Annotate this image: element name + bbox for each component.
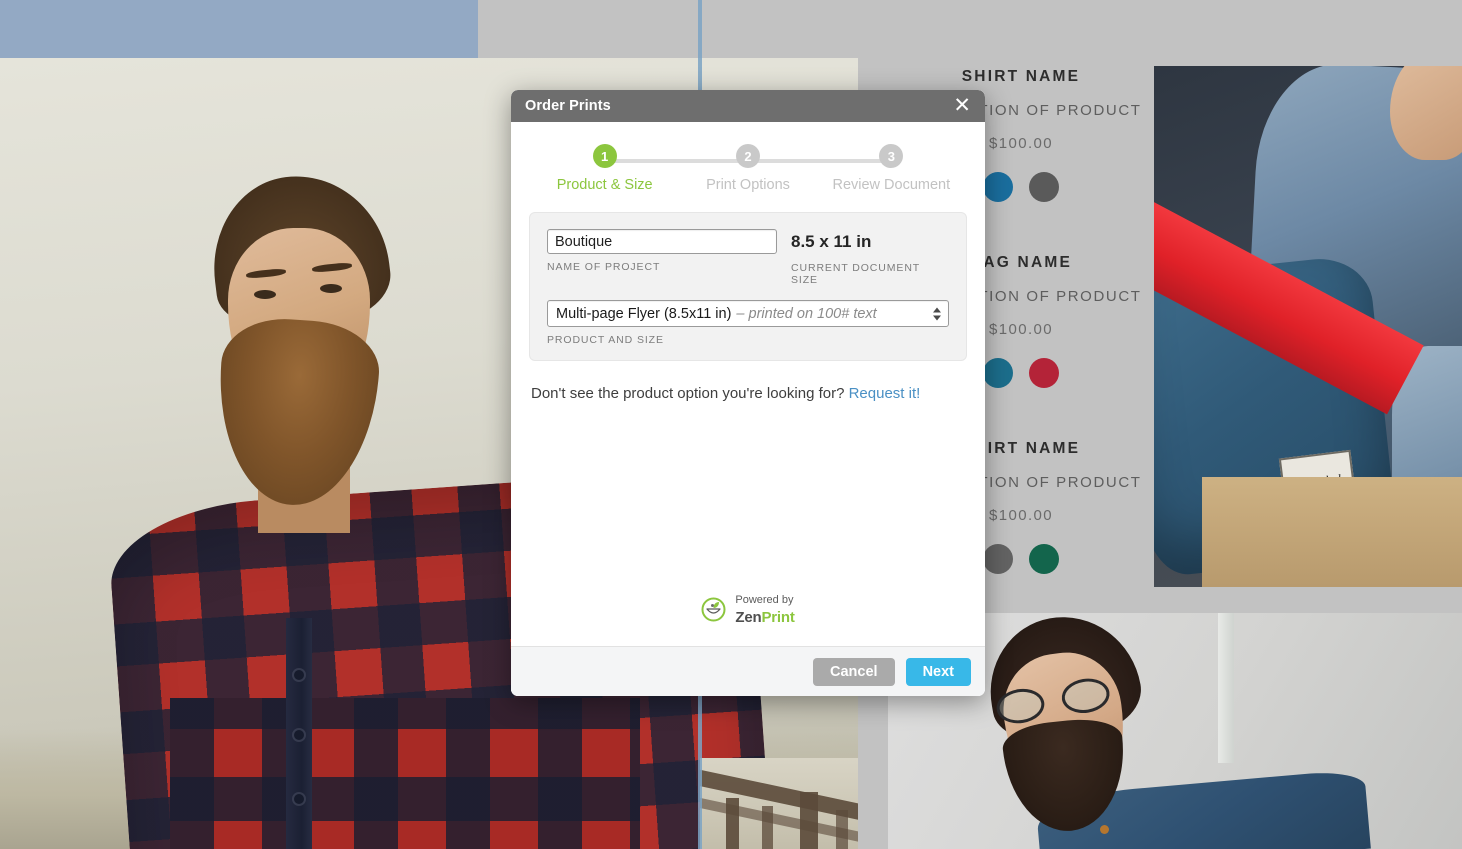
photo-eye [320, 284, 342, 293]
color-swatch[interactable] [1029, 358, 1059, 388]
zenprint-leaf-icon [701, 597, 726, 622]
photo-shirt-button [294, 670, 304, 680]
next-button[interactable]: Next [905, 657, 971, 686]
request-it-link[interactable]: Request it! [849, 385, 921, 402]
project-name-caption: NAME OF PROJECT [547, 261, 661, 273]
powered-by-label: Powered by [735, 594, 794, 607]
order-prints-modal: Order Prints ✕ 1 Product & Size 2 Print … [511, 90, 985, 696]
request-product-line: Don't see the product option you're look… [531, 385, 965, 402]
color-swatch[interactable] [983, 544, 1013, 574]
step-label: Product & Size [556, 177, 653, 193]
modal-header: Order Prints ✕ [511, 90, 985, 122]
modal-title: Order Prints [525, 98, 611, 114]
product-select-main-text: Multi-page Flyer (8.5x11 in) [556, 305, 732, 322]
step-number: 2 [735, 144, 760, 168]
current-document-size-value: 8.5 x 11 in [791, 232, 872, 251]
current-document-size-caption: CURRENT DOCUMENT SIZE [791, 262, 920, 286]
cancel-button[interactable]: Cancel [813, 657, 895, 686]
powered-by-text-block: Powered by ZenPrint [735, 590, 794, 628]
step-label: Review Document [832, 177, 951, 193]
modal-spacer [529, 402, 967, 590]
color-swatch[interactable] [1029, 544, 1059, 574]
step-indicator: 1 Product & Size 2 Print Options 3 Revie… [533, 144, 963, 200]
modal-body: 1 Product & Size 2 Print Options 3 Revie… [511, 122, 985, 646]
request-product-text: Don't see the product option you're look… [531, 385, 849, 402]
photo-plaid-shirt-lower [170, 698, 640, 849]
document-size-group: 8.5 x 11 in CURRENT DOCUMENT SIZE [791, 229, 949, 286]
product-and-size-caption: PRODUCT AND SIZE [547, 334, 664, 346]
photo-trousers [1202, 477, 1462, 587]
project-name-field-group: NAME OF PROJECT [547, 229, 777, 273]
photo-wall-post [1218, 613, 1234, 763]
zenprint-zen: Zen [735, 609, 762, 627]
step-product-and-size[interactable]: 1 Product & Size [533, 144, 676, 193]
product-options-panel: NAME OF PROJECT 8.5 x 11 in CURRENT DOCU… [529, 212, 967, 361]
zenprint-wordmark: ZenPrint [735, 609, 794, 626]
step-print-options[interactable]: 2 Print Options [676, 144, 819, 193]
photo-head [1390, 66, 1462, 160]
zenprint-print: Print [761, 609, 795, 627]
step-number: 3 [879, 144, 904, 168]
step-number: 1 [592, 144, 617, 168]
photo-shirt-button [1100, 825, 1109, 834]
step-label: Print Options [706, 177, 790, 193]
color-swatch[interactable] [983, 358, 1013, 388]
screen: Herschel SHIRT NAME DESCRIPTION OF PRODU… [0, 0, 1462, 849]
color-swatch[interactable] [983, 172, 1013, 202]
color-swatch[interactable] [1029, 172, 1059, 202]
photo-shirt-button [294, 730, 304, 740]
modal-footer: Cancel Next [511, 646, 985, 696]
powered-by-zenprint: Powered by ZenPrint [529, 590, 967, 646]
product-and-size-select[interactable]: Multi-page Flyer (8.5x11 in) – printed o… [547, 300, 949, 327]
product-select-sub-text: – printed on 100# text [736, 305, 877, 322]
product-name: SHIRT NAME [961, 68, 1081, 85]
photo-shirt-button [294, 794, 304, 804]
photo-eye [254, 290, 276, 299]
close-icon[interactable]: ✕ [951, 95, 973, 118]
page-banner [0, 0, 478, 58]
herschel-messenger-bag-photo: Herschel [1154, 66, 1462, 587]
product-and-size-field-group: Multi-page Flyer (8.5x11 in) – printed o… [547, 300, 949, 327]
project-name-input[interactable] [547, 229, 777, 254]
bridge-structure-photo [700, 758, 858, 849]
step-review-document[interactable]: 3 Review Document [820, 144, 963, 193]
